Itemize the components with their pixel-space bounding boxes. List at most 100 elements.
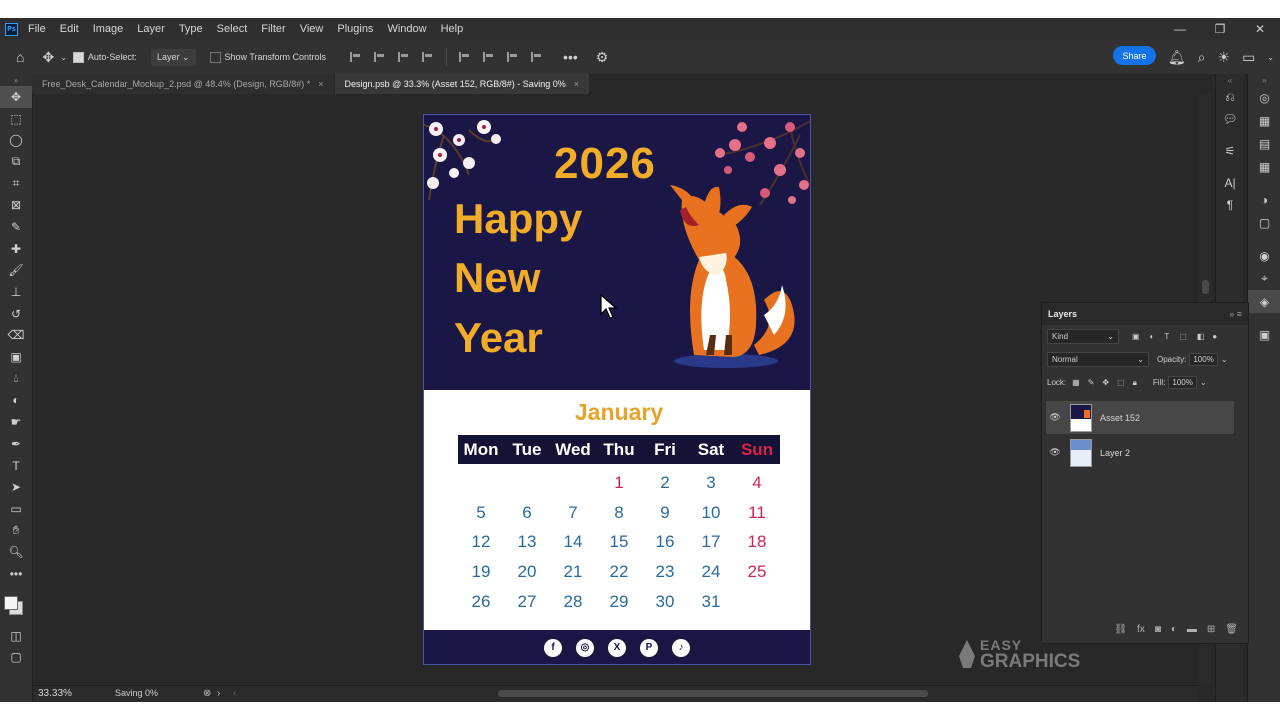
distribute-vertical-icon[interactable] bbox=[531, 52, 543, 62]
type-filter-icon[interactable]: T bbox=[1164, 332, 1169, 341]
blend-mode-dropdown[interactable]: Normal ⌄ bbox=[1047, 352, 1149, 367]
align-middle-icon[interactable] bbox=[483, 52, 495, 62]
menu-plugins[interactable]: Plugins bbox=[337, 23, 373, 35]
healing-brush-icon[interactable]: ✚ bbox=[0, 238, 32, 260]
filter-toggle-icon[interactable]: ● bbox=[1212, 332, 1217, 341]
gradients-icon[interactable]: ▤ bbox=[1248, 132, 1280, 155]
scroll-thumb[interactable] bbox=[498, 690, 928, 697]
gear-icon[interactable]: ⚙ bbox=[596, 49, 609, 66]
lock-artboard-icon[interactable]: ⬚ bbox=[1117, 378, 1125, 387]
calendar-design[interactable]: 2026 Happy New Year January Mon Tue Wed … bbox=[423, 114, 811, 665]
path-select-icon[interactable]: ➤ bbox=[0, 476, 32, 498]
scroll-thumb[interactable] bbox=[1202, 280, 1209, 294]
auto-select-checkbox[interactable] bbox=[72, 51, 84, 63]
align-top-icon[interactable] bbox=[459, 52, 471, 62]
add-mask-icon[interactable]: ◙ bbox=[1155, 624, 1161, 635]
more-options-icon[interactable]: ••• bbox=[563, 49, 578, 65]
object-select-tool-icon[interactable]: ⧉ bbox=[0, 151, 32, 173]
collapse-icon[interactable]: » bbox=[1248, 74, 1280, 86]
align-center-icon[interactable] bbox=[374, 52, 386, 62]
hand-tool-icon[interactable]: ✋︎ bbox=[0, 520, 32, 542]
smudge-tool-icon[interactable]: ☛ bbox=[0, 411, 32, 433]
crop-tool-icon[interactable]: ⌗ bbox=[0, 173, 32, 195]
trash-icon[interactable]: 🗑︎ bbox=[1225, 624, 1238, 635]
visibility-eye-icon[interactable]: 👁︎ bbox=[1046, 447, 1064, 458]
quick-mask-icon[interactable]: ◫ bbox=[0, 625, 32, 647]
foreground-color-swatch[interactable] bbox=[4, 595, 18, 610]
minimize-button[interactable]: — bbox=[1160, 18, 1200, 40]
bell-icon[interactable]: 🔔︎ bbox=[1168, 49, 1186, 66]
properties-icon[interactable]: ⚟ bbox=[1216, 140, 1244, 162]
layer-row-layer-2[interactable]: 👁︎ Layer 2 bbox=[1046, 436, 1234, 469]
fill-input[interactable]: 100% bbox=[1168, 376, 1197, 389]
layers-icon[interactable]: ◈ bbox=[1248, 290, 1280, 313]
chevron-down-icon[interactable]: ⌄ bbox=[1200, 378, 1207, 387]
paragraph-icon[interactable]: ¶ bbox=[1216, 194, 1244, 216]
workspace-icon[interactable]: ▭ bbox=[1242, 49, 1255, 66]
menu-help[interactable]: Help bbox=[441, 23, 464, 35]
chevron-down-icon[interactable]: ⌄ bbox=[60, 53, 67, 62]
menu-window[interactable]: Window bbox=[387, 23, 426, 35]
lock-pixels-icon[interactable]: ▦ bbox=[1072, 378, 1080, 387]
image-filter-icon[interactable]: ▣ bbox=[1132, 332, 1140, 341]
new-layer-icon[interactable]: ⊞ bbox=[1207, 624, 1215, 635]
menu-layer[interactable]: Layer bbox=[137, 23, 165, 35]
patterns-icon[interactable]: ▦ bbox=[1248, 155, 1280, 178]
menu-select[interactable]: Select bbox=[217, 23, 248, 35]
visibility-eye-icon[interactable]: 👁︎ bbox=[1046, 412, 1064, 423]
menu-file[interactable]: File bbox=[28, 23, 46, 35]
align-left-icon[interactable] bbox=[350, 52, 362, 62]
distribute-icon[interactable] bbox=[422, 52, 434, 62]
lock-all-icon[interactable]: 🔒︎ bbox=[1133, 378, 1137, 388]
smart-object-filter-icon[interactable]: ◧ bbox=[1197, 332, 1205, 341]
move-tool-icon[interactable]: ✥ bbox=[0, 86, 32, 108]
history-icon[interactable]: ⎌ bbox=[1216, 86, 1244, 108]
zoom-tool-icon[interactable]: 🔍︎ bbox=[0, 541, 32, 563]
image-icon[interactable]: ▣ bbox=[1248, 323, 1280, 346]
pen-tool-icon[interactable]: ✒ bbox=[0, 433, 32, 455]
lightbulb-icon[interactable]: ☀ bbox=[1218, 49, 1231, 66]
channels-icon[interactable]: ◉ bbox=[1248, 244, 1280, 267]
menu-filter[interactable]: Filter bbox=[261, 23, 285, 35]
fx-icon[interactable]: fx bbox=[1137, 624, 1145, 635]
auto-select-dropdown[interactable]: Layer ⌄ bbox=[150, 48, 196, 66]
share-button[interactable]: Share bbox=[1113, 46, 1156, 65]
eraser-tool-icon[interactable]: ⌫ bbox=[0, 325, 32, 347]
close-icon[interactable]: × bbox=[574, 79, 579, 89]
eyedropper-tool-icon[interactable]: ✎ bbox=[0, 216, 32, 238]
character-icon[interactable]: A| bbox=[1216, 172, 1244, 194]
restore-button[interactable]: ❐ bbox=[1200, 18, 1240, 40]
close-window-button[interactable]: ✕ bbox=[1240, 18, 1280, 40]
new-adjustment-icon[interactable]: ◐ bbox=[1171, 624, 1177, 635]
menu-image[interactable]: Image bbox=[93, 23, 124, 35]
tab-design-psb[interactable]: Design.psb @ 33.3% (Asset 152, RGB/8#) -… bbox=[334, 74, 590, 94]
zoom-level[interactable]: 33.33% bbox=[38, 688, 72, 699]
tab-calendar-mockup[interactable]: Free_Desk_Calendar_Mockup_2.psd @ 48.4% … bbox=[32, 74, 334, 94]
shape-filter-icon[interactable]: ⬚ bbox=[1179, 332, 1187, 341]
clone-stamp-icon[interactable]: ⊥ bbox=[0, 281, 32, 303]
collapse-icon[interactable]: « bbox=[1216, 74, 1244, 86]
new-group-icon[interactable]: ▬ bbox=[1187, 624, 1197, 635]
lasso-tool-icon[interactable]: ◯ bbox=[0, 129, 32, 151]
history-brush-icon[interactable]: ↺ bbox=[0, 303, 32, 325]
swatches-icon[interactable]: ▦ bbox=[1248, 109, 1280, 132]
dodge-tool-icon[interactable]: ◐ bbox=[0, 390, 32, 412]
search-icon[interactable]: ⌕ bbox=[1198, 49, 1206, 66]
opacity-input[interactable]: 100% bbox=[1189, 353, 1218, 366]
brush-tool-icon[interactable]: 🖌︎ bbox=[0, 260, 32, 282]
color-icon[interactable]: ◎ bbox=[1248, 86, 1280, 109]
chevron-left-icon[interactable]: ‹ bbox=[233, 688, 236, 699]
home-icon[interactable]: ⌂ bbox=[16, 49, 24, 65]
chevron-right-icon[interactable]: › bbox=[217, 688, 220, 699]
gradient-tool-icon[interactable]: ▣ bbox=[0, 346, 32, 368]
lock-brush-icon[interactable]: ✎ bbox=[1088, 378, 1095, 387]
screen-mode-icon[interactable]: ▢ bbox=[0, 647, 32, 669]
menu-edit[interactable]: Edit bbox=[60, 23, 79, 35]
align-right-icon[interactable] bbox=[398, 52, 410, 62]
libraries-icon[interactable]: ▢ bbox=[1248, 211, 1280, 234]
lock-position-icon[interactable]: ✥ bbox=[1102, 378, 1109, 387]
collapse-icon[interactable]: » bbox=[0, 74, 32, 86]
comment-icon[interactable]: 💬︎ bbox=[1216, 108, 1244, 130]
close-icon[interactable]: × bbox=[318, 79, 323, 89]
adjustment-filter-icon[interactable]: ◐ bbox=[1150, 332, 1155, 341]
